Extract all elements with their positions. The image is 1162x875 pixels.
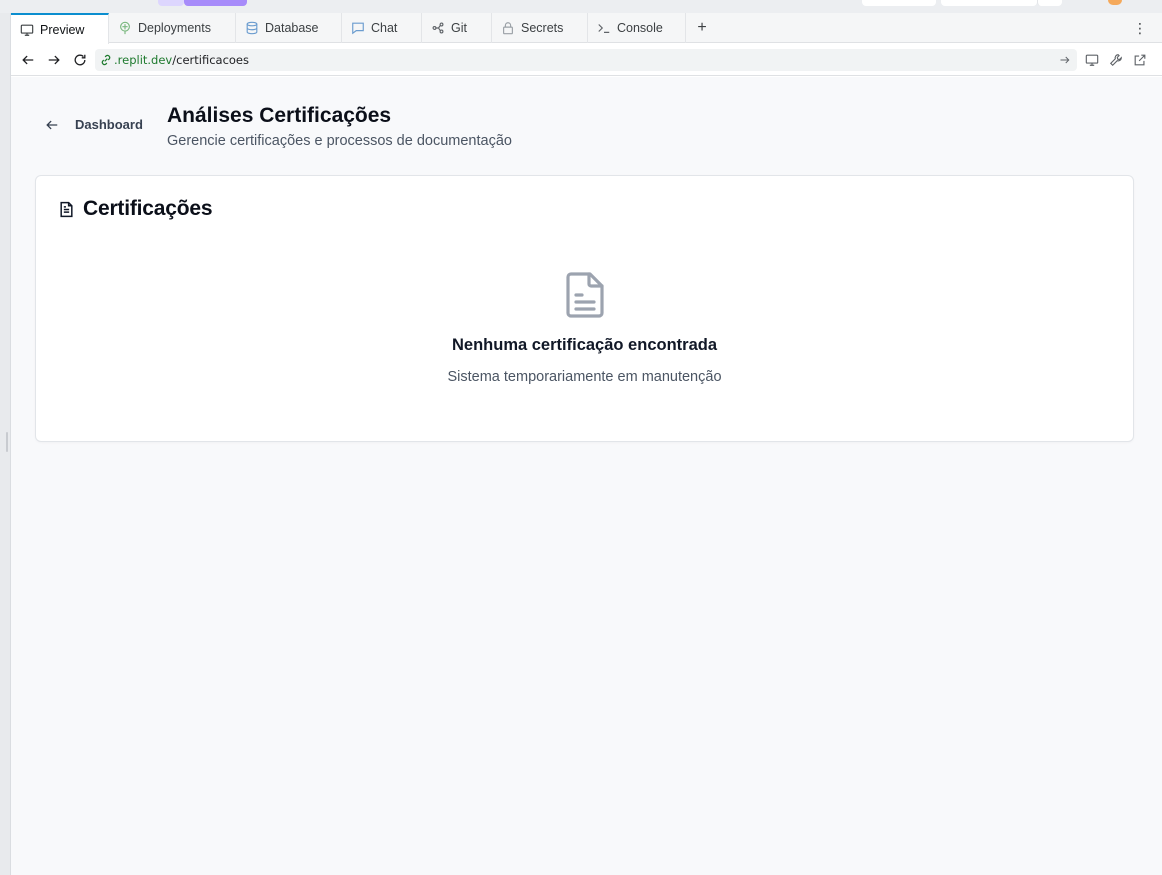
- add-tab-button[interactable]: +: [694, 13, 710, 43]
- preview-content: Dashboard Análises Certificações Gerenci…: [11, 77, 1162, 875]
- page-title: Análises Certificações: [167, 104, 392, 127]
- monitor-icon: [19, 22, 35, 38]
- card-header: Certificações: [58, 197, 212, 221]
- url-host: .replit.dev: [114, 53, 173, 67]
- more-options-button[interactable]: ⋮: [1133, 20, 1147, 36]
- back-to-dashboard-link[interactable]: Dashboard: [45, 117, 143, 132]
- tab-chat[interactable]: Chat: [342, 13, 422, 43]
- tab-database[interactable]: Database: [236, 13, 342, 43]
- address-bar: .replit.dev/certificacoes: [11, 44, 1162, 76]
- top-pill-purple[interactable]: [184, 0, 247, 6]
- link-icon: [99, 53, 113, 67]
- tab-label: Git: [451, 21, 467, 35]
- empty-document-icon: [566, 272, 604, 318]
- tab-bar: Preview Deployments Database Chat Git Se…: [11, 13, 1162, 44]
- deployments-icon: [117, 20, 133, 36]
- devtools-wrench-icon[interactable]: [1108, 52, 1124, 68]
- tab-deployments[interactable]: Deployments: [109, 13, 236, 43]
- tab-secrets[interactable]: Secrets: [492, 13, 588, 43]
- empty-state-title: Nenhuma certificação encontrada: [452, 336, 717, 354]
- file-text-icon: [60, 201, 73, 217]
- top-pill-light[interactable]: [158, 0, 184, 6]
- database-icon: [244, 20, 260, 36]
- url-path: /certificacoes: [172, 53, 249, 67]
- certifications-card: Certificações Nenhuma certificação encon…: [35, 175, 1134, 442]
- back-label: Dashboard: [75, 117, 143, 132]
- chat-icon: [350, 20, 366, 36]
- workspace-pane: Preview Deployments Database Chat Git Se…: [10, 13, 1162, 875]
- tab-label: Console: [617, 21, 663, 35]
- empty-state-message: Sistema temporariamente em manutenção: [447, 369, 722, 385]
- tab-preview[interactable]: Preview: [11, 13, 109, 44]
- tab-label: Chat: [371, 21, 398, 35]
- top-control-a[interactable]: [862, 0, 936, 6]
- back-arrow-icon[interactable]: [19, 51, 37, 69]
- arrow-left-icon: [46, 120, 58, 129]
- top-control-c[interactable]: [1037, 0, 1062, 6]
- forward-arrow-icon[interactable]: [45, 51, 63, 69]
- tab-git[interactable]: Git: [422, 13, 492, 43]
- url-input[interactable]: .replit.dev/certificacoes: [95, 49, 1077, 71]
- tab-label: Secrets: [521, 21, 564, 35]
- open-new-tab-icon[interactable]: [1132, 52, 1148, 68]
- page-subtitle: Gerencie certificações e processos de do…: [167, 133, 512, 149]
- card-title: Certificações: [83, 197, 213, 220]
- go-arrow-icon[interactable]: [1057, 52, 1073, 68]
- top-control-b[interactable]: [941, 0, 1037, 6]
- tab-label: Database: [265, 21, 319, 35]
- reload-icon[interactable]: [71, 51, 89, 69]
- pane-resize-handle[interactable]: [6, 432, 8, 452]
- terminal-icon: [596, 20, 612, 36]
- tab-label: Deployments: [138, 21, 211, 35]
- lock-icon: [500, 20, 516, 36]
- ide-top-strip: [0, 0, 1162, 13]
- user-avatar[interactable]: [1108, 0, 1122, 5]
- device-preview-icon[interactable]: [1084, 52, 1100, 68]
- tab-console[interactable]: Console: [588, 13, 686, 43]
- git-icon: [430, 20, 446, 36]
- tab-label: Preview: [40, 22, 85, 37]
